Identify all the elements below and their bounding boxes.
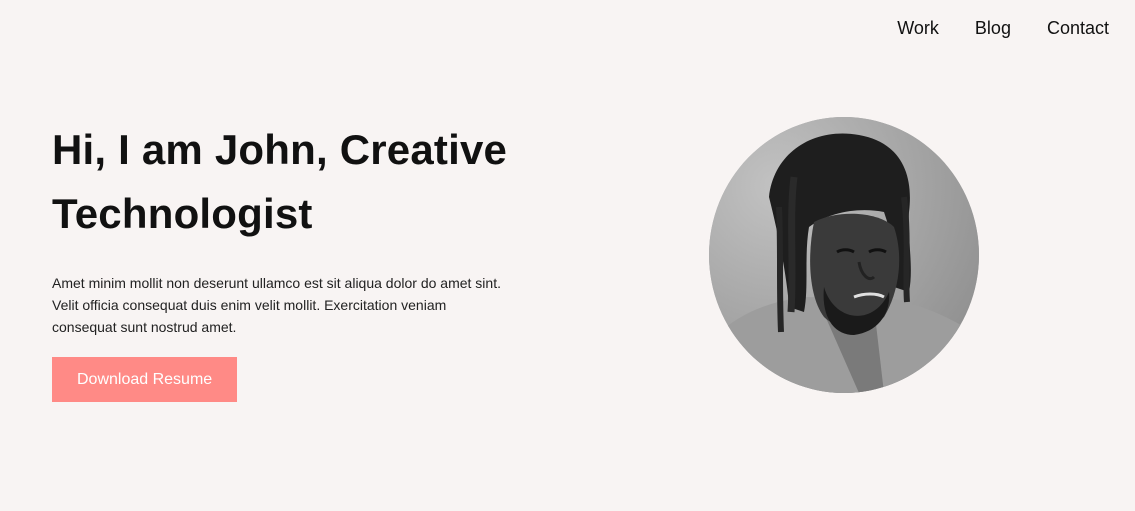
hero-title-line-1: Hi, I am John, Creative — [52, 126, 508, 173]
hero-title: Hi, I am John, Creative Technologist — [52, 118, 522, 246]
nav-link-work[interactable]: Work — [897, 18, 939, 39]
top-nav: Work Blog Contact — [897, 18, 1109, 39]
hero-description: Amet minim mollit non deserunt ullamco e… — [52, 275, 501, 335]
profile-photo-icon — [709, 117, 979, 393]
download-resume-button[interactable]: Download Resume — [52, 357, 238, 402]
profile-avatar — [709, 117, 979, 393]
nav-link-contact[interactable]: Contact — [1047, 18, 1109, 39]
nav-link-blog[interactable]: Blog — [975, 18, 1011, 39]
hero-section: Hi, I am John, Creative Technologist Ame… — [52, 118, 522, 402]
hero-title-line-2: Technologist — [52, 190, 313, 237]
